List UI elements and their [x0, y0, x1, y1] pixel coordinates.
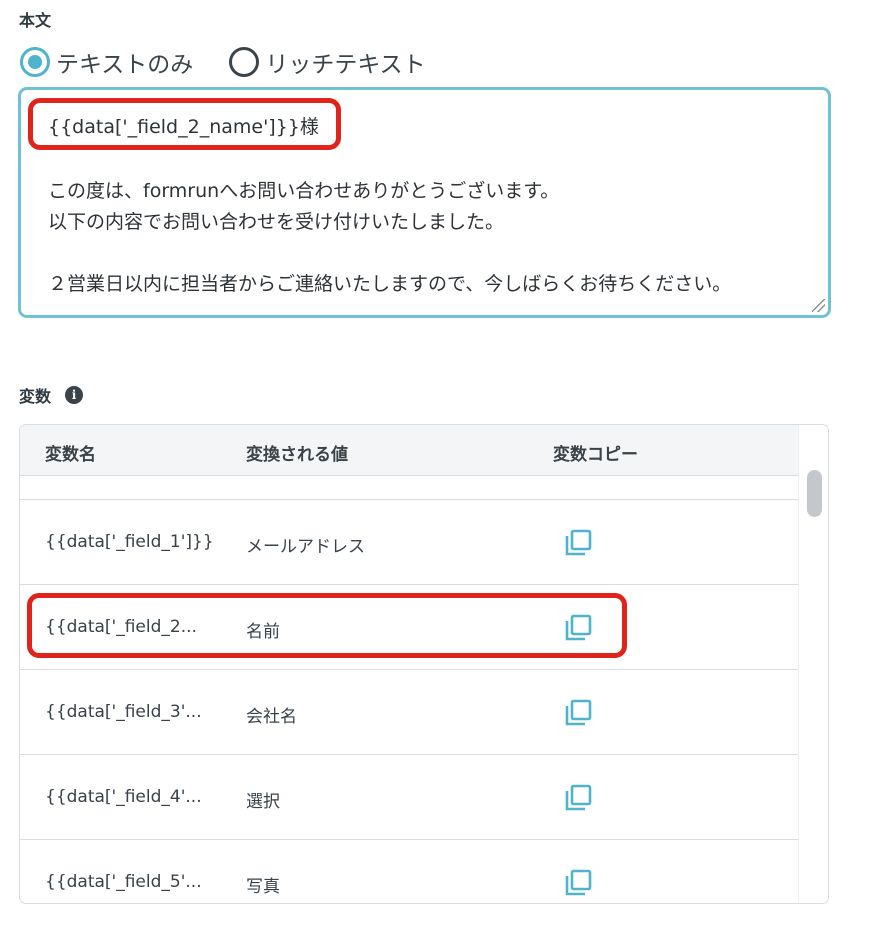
variable-value: 会社名	[246, 707, 297, 727]
resize-grip-icon[interactable]	[812, 299, 825, 312]
variable-name: {{data['_field_4'...	[45, 787, 202, 807]
variable-name: {{data['_field_1']}}	[45, 532, 214, 552]
copy-icon[interactable]	[563, 868, 593, 898]
radio-text-only-label: テキストのみ	[56, 52, 194, 78]
variables-table: 変数名 変換される値 変数コピー {{data['_field_1']}} メー…	[19, 424, 829, 904]
copy-icon[interactable]	[563, 613, 593, 643]
variable-name: {{data['_field_2...	[45, 617, 197, 637]
copy-icon[interactable]	[563, 783, 593, 813]
body-section-label: 本文	[19, 11, 52, 30]
table-row: {{data['_field_5'... 写真	[20, 840, 799, 903]
variable-value: 名前	[246, 622, 280, 642]
editor-line: この度は、formrunへお問い合わせありがとうございます。	[48, 180, 560, 202]
radio-rich-text-label: リッチテキスト	[265, 52, 426, 78]
radio-unchecked-icon	[229, 47, 260, 77]
table-row: {{data['_field_1']}} メールアドレス	[20, 500, 799, 585]
info-icon[interactable]: i	[65, 386, 84, 404]
header-variable-name: 変数名	[45, 445, 96, 465]
scrollbar-thumb[interactable]	[807, 470, 822, 517]
variable-value: 選択	[246, 792, 280, 812]
radio-checked-icon	[20, 47, 50, 77]
table-header: 変数名 変換される値 変数コピー	[20, 425, 799, 476]
table-row: {{data['_field_3'... 会社名	[20, 670, 799, 755]
editor-line: 以下の内容でお問い合わせを受け付けいたしました。	[48, 211, 505, 233]
editor-line: ２営業日以内に担当者からご連絡いたしますので、今しばらくお待ちください。	[48, 273, 732, 295]
variable-value: 写真	[246, 877, 280, 897]
header-converted-value: 変換される値	[246, 445, 348, 465]
table-row-partial	[20, 476, 799, 500]
copy-icon[interactable]	[563, 698, 593, 728]
editor-line: {{data['_field_2_name']}}様	[48, 116, 319, 138]
body-format-radio-group: テキストのみ リッチテキスト	[20, 45, 426, 79]
copy-icon[interactable]	[563, 528, 593, 558]
variable-name: {{data['_field_5'...	[45, 872, 202, 892]
table-row: {{data['_field_2... 名前	[20, 585, 799, 670]
radio-text-only[interactable]: テキストのみ	[20, 45, 193, 79]
variable-name: {{data['_field_3'...	[45, 702, 202, 722]
radio-rich-text[interactable]: リッチテキスト	[229, 45, 426, 79]
variable-value: メールアドレス	[246, 537, 365, 557]
header-copy: 変数コピー	[553, 445, 638, 465]
body-textarea[interactable]: {{data['_field_2_name']}}様 この度は、formrunへ…	[18, 87, 831, 318]
table-row: {{data['_field_4'... 選択	[20, 755, 799, 840]
variables-label-text: 変数	[19, 387, 52, 406]
variables-section-label: 変数 i	[19, 383, 84, 407]
table-scrollbar[interactable]	[798, 425, 828, 903]
